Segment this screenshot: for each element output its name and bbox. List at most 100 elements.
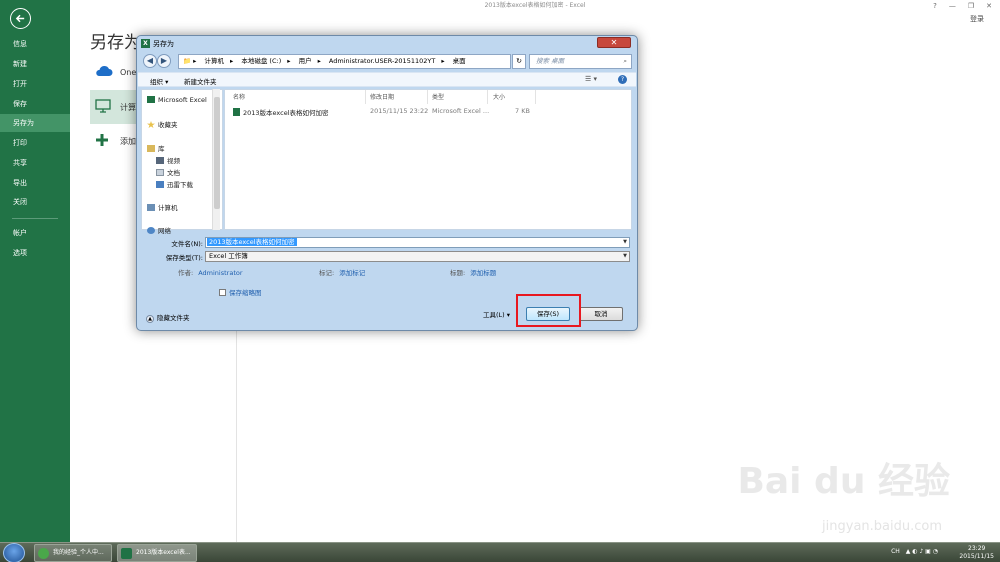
sidebar-item-open[interactable]: 打开: [0, 75, 70, 93]
column-divider: [427, 90, 428, 104]
help-icon[interactable]: ?: [618, 75, 627, 84]
nav-item-libraries[interactable]: 库: [147, 143, 165, 153]
computer-icon: [95, 99, 111, 113]
navigation-pane: Microsoft Excel 收藏夹 库 视频 文档 迅雷下载 计算机 网络: [141, 89, 223, 235]
breadcrumb-item[interactable]: 本地磁盘 (C:): [241, 57, 281, 65]
filename-label: 文件名(N):: [171, 240, 203, 248]
file-row[interactable]: 2013版本excel表格如何加密: [233, 107, 329, 117]
start-button[interactable]: [3, 543, 25, 562]
view-options-icon[interactable]: ☰ ▾: [585, 75, 597, 83]
author-meta: 作者: Administrator: [178, 269, 243, 277]
chevron-up-icon: ▲: [146, 315, 154, 323]
save-as-dialog: X 另存为 ✕ ◀ ▶ 📁 ▸ 计算机 ▸ 本地磁盘 (C:) ▸ 用户 ▸ Admi…: [136, 35, 638, 331]
refresh-button[interactable]: ↻: [512, 54, 526, 69]
sidebar-item-share[interactable]: 共享: [0, 154, 70, 172]
filetype-label: 保存类型(T):: [165, 254, 203, 262]
title-meta: 标题: 添加标题: [450, 269, 497, 277]
minimize-button[interactable]: —: [949, 2, 956, 10]
scrollbar-thumb[interactable]: [214, 97, 220, 209]
place-computer[interactable]: 计算机: [90, 90, 138, 124]
file-size: 7 KB: [515, 107, 530, 115]
sidebar-divider: [12, 218, 58, 219]
breadcrumb-item[interactable]: 用户: [299, 57, 312, 65]
place-onedrive[interactable]: OneDrive: [90, 56, 138, 90]
place-label: 添加位置: [120, 137, 136, 146]
new-folder-button[interactable]: 新建文件夹: [184, 76, 217, 86]
search-input[interactable]: 搜索 桌面 ⌕: [529, 54, 632, 69]
excel-window: 信息 新建 打开 保存 另存为 打印 共享 导出 关闭 帐户 选项 2013版本…: [0, 0, 1000, 542]
sidebar-item-close[interactable]: 关闭: [0, 193, 70, 211]
place-add-location[interactable]: 添加位置: [90, 124, 138, 158]
sidebar-item-print[interactable]: 打印: [0, 134, 70, 152]
page-title: 另存为: [90, 33, 141, 53]
column-header-size[interactable]: 大小: [493, 92, 505, 101]
star-icon: [147, 121, 155, 128]
organize-menu[interactable]: 组织 ▾: [150, 76, 168, 86]
nav-item-excel[interactable]: Microsoft Excel: [147, 96, 207, 104]
refresh-icon: ↻: [516, 57, 522, 65]
chevron-down-icon[interactable]: ▼: [623, 252, 627, 261]
input-language[interactable]: CH: [891, 548, 900, 555]
nav-forward-button[interactable]: ▶: [157, 54, 171, 68]
place-label: OneDrive: [120, 68, 136, 77]
cancel-button[interactable]: 取消: [579, 307, 623, 321]
tags-value[interactable]: 添加标记: [339, 269, 365, 277]
nav-scrollbar[interactable]: [212, 89, 220, 230]
nav-item-documents[interactable]: 文档: [156, 167, 180, 177]
hide-folders-toggle[interactable]: ▲ 隐藏文件夹: [146, 312, 190, 323]
author-value[interactable]: Administrator: [198, 269, 242, 277]
sidebar-item-account[interactable]: 帐户: [0, 224, 70, 242]
divider: [236, 330, 237, 542]
excel-file-icon: [233, 108, 240, 116]
breadcrumb-item[interactable]: Administrator.USER-20151102YT: [329, 57, 435, 65]
backstage-sidebar: 信息 新建 打开 保存 另存为 打印 共享 导出 关闭 帐户 选项: [0, 0, 70, 542]
system-tray: CH ▲ ◐ ♪ ▣ ◔: [891, 548, 938, 555]
restore-button[interactable]: ❐: [968, 2, 974, 10]
clock[interactable]: 23:29 2015/11/15: [959, 545, 994, 561]
breadcrumb-item[interactable]: 桌面: [453, 57, 466, 65]
breadcrumb-item[interactable]: 计算机: [205, 57, 225, 65]
help-button[interactable]: ?: [933, 2, 937, 10]
taskbar-item-excel[interactable]: 2013版本excel表...: [117, 544, 197, 562]
filetype-select[interactable]: Excel 工作簿 ▼: [205, 251, 630, 262]
filename-input[interactable]: 2013版本excel表格如何加密 ▼: [205, 237, 630, 248]
column-header-date[interactable]: 修改日期: [370, 92, 394, 101]
column-header-type[interactable]: 类型: [432, 92, 444, 101]
nav-item-downloads[interactable]: 迅雷下载: [156, 179, 193, 189]
nav-item-computer[interactable]: 计算机: [147, 202, 178, 212]
file-date: 2015/11/15 23:22: [370, 107, 429, 115]
taskbar: 我的经验_个人中... 2013版本excel表... CH ▲ ◐ ♪ ▣ ◔ …: [0, 542, 1000, 562]
dialog-close-button[interactable]: ✕: [597, 37, 631, 48]
nav-item-network[interactable]: 网络: [147, 225, 171, 235]
tools-menu[interactable]: 工具(L) ▾: [483, 309, 510, 319]
column-header-name[interactable]: 名称: [233, 92, 245, 101]
filename-value: 2013版本excel表格如何加密: [207, 238, 297, 246]
nav-back-button[interactable]: ◀: [143, 54, 157, 68]
dialog-title: 另存为: [153, 40, 174, 48]
address-bar[interactable]: 📁 ▸ 计算机 ▸ 本地磁盘 (C:) ▸ 用户 ▸ Administrator.US…: [178, 54, 511, 69]
tray-icons[interactable]: ▲ ◐ ♪ ▣ ◔: [906, 548, 938, 555]
nav-item-videos[interactable]: 视频: [156, 155, 180, 165]
chevron-down-icon[interactable]: ▼: [623, 238, 627, 247]
window-title: 2013版本excel表格如何加密 - Excel: [484, 2, 586, 9]
chevron-down-icon: ▾: [506, 311, 511, 319]
clock-time: 23:29: [968, 545, 986, 552]
filetype-value: Excel 工作簿: [209, 252, 248, 260]
sidebar-item-save[interactable]: 保存: [0, 95, 70, 113]
back-button[interactable]: [10, 8, 31, 29]
close-button[interactable]: ✕: [986, 2, 992, 10]
taskbar-item-browser[interactable]: 我的经验_个人中...: [34, 544, 112, 562]
sidebar-item-export[interactable]: 导出: [0, 174, 70, 192]
cloud-icon: [96, 65, 113, 76]
sidebar-item-save-as[interactable]: 另存为: [0, 114, 70, 132]
title-value[interactable]: 添加标题: [470, 269, 496, 277]
file-type: Microsoft Excel ...: [432, 107, 490, 115]
login-link[interactable]: 登录: [970, 14, 984, 24]
sidebar-item-info[interactable]: 信息: [0, 35, 70, 53]
sidebar-item-options[interactable]: 选项: [0, 244, 70, 262]
sidebar-item-new[interactable]: 新建: [0, 55, 70, 73]
nav-item-favorites[interactable]: 收藏夹: [147, 119, 178, 129]
save-thumbnail-checkbox[interactable]: 保存缩略图: [219, 287, 262, 297]
window-controls: ? — ❐ ✕: [933, 2, 992, 10]
excel-icon: [121, 548, 132, 559]
